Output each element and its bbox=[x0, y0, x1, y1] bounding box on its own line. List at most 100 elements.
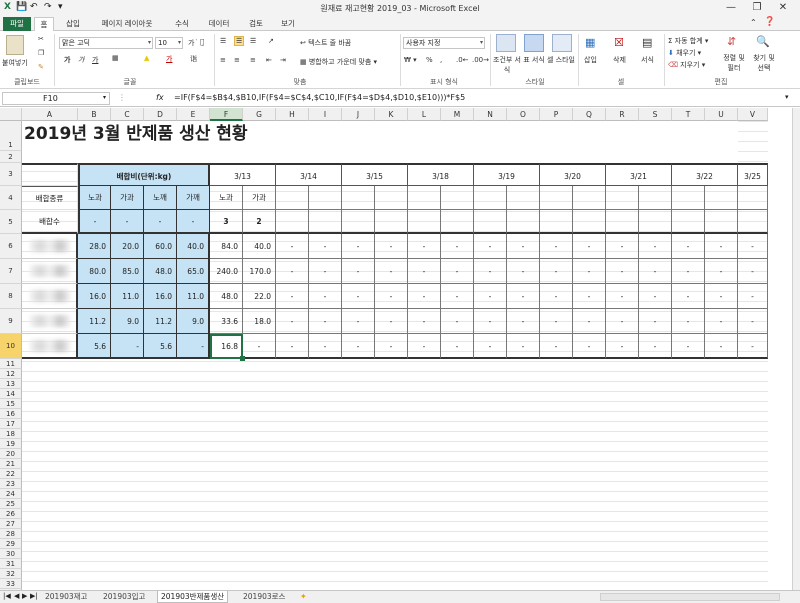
sort-filter-icon[interactable]: ⇵ bbox=[727, 35, 736, 48]
column-header-s[interactable]: S bbox=[639, 108, 672, 121]
insert-cells-icon[interactable]: ▦ bbox=[585, 36, 595, 49]
ratio-value[interactable]: 9.0 bbox=[177, 309, 210, 334]
date-header[interactable]: 3/15 bbox=[342, 163, 408, 186]
sheet-tab-receiving[interactable]: 201903입고 bbox=[100, 591, 148, 603]
empty-dash[interactable]: - bbox=[375, 334, 408, 359]
tab-formulas[interactable]: 수식 bbox=[168, 17, 196, 31]
cell-empty[interactable] bbox=[573, 186, 606, 210]
row-header[interactable]: 17 bbox=[0, 419, 22, 429]
format-cells-icon[interactable]: ▤ bbox=[642, 36, 652, 49]
empty-dash[interactable]: - bbox=[672, 309, 705, 334]
clear-button[interactable]: ⌫ 지우기 ▾ bbox=[668, 60, 705, 70]
produced-value[interactable]: 33.6 bbox=[210, 309, 243, 334]
ratio-value[interactable]: 28.0 bbox=[78, 234, 111, 259]
produced-value[interactable]: 240.0 bbox=[210, 259, 243, 284]
column-header-f[interactable]: F bbox=[210, 108, 243, 121]
empty-dash[interactable]: - bbox=[738, 309, 768, 334]
cell-empty[interactable] bbox=[672, 210, 705, 234]
column-header-h[interactable]: H bbox=[276, 108, 309, 121]
percent-icon[interactable]: % bbox=[426, 56, 433, 64]
fill-color-icon[interactable]: ▲ bbox=[144, 54, 149, 62]
empty-dash[interactable]: - bbox=[408, 259, 441, 284]
sheet-title[interactable]: 2019년 3월 반제품 생산 현황 bbox=[22, 121, 738, 163]
wrap-text-button[interactable]: ↩ 텍스트 줄 바꿈 bbox=[300, 38, 351, 48]
name-box-dropdown-icon[interactable]: ▾ bbox=[103, 94, 106, 101]
row5-label[interactable]: 배합수 bbox=[22, 210, 78, 234]
empty-dash[interactable]: - bbox=[474, 234, 507, 259]
produced-value[interactable]: 40.0 bbox=[243, 234, 276, 259]
cell-empty[interactable] bbox=[606, 210, 639, 234]
column-header-d[interactable]: D bbox=[144, 108, 177, 121]
cell-empty[interactable] bbox=[639, 186, 672, 210]
row-header[interactable]: 4 bbox=[0, 186, 22, 210]
underline-button[interactable]: 가 bbox=[92, 55, 98, 65]
cell-empty[interactable] bbox=[309, 210, 342, 234]
cell-empty[interactable] bbox=[441, 186, 474, 210]
increase-indent-icon[interactable]: ⇥ bbox=[280, 56, 286, 64]
cell-empty[interactable] bbox=[408, 186, 441, 210]
empty-dash[interactable]: - bbox=[705, 234, 738, 259]
tab-insert[interactable]: 삽입 bbox=[60, 17, 86, 31]
date-header[interactable]: 3/25 bbox=[738, 163, 768, 186]
ratio-value[interactable]: 11.2 bbox=[144, 309, 177, 334]
empty-dash[interactable]: - bbox=[507, 284, 540, 309]
paste-icon[interactable] bbox=[6, 35, 24, 55]
help-icon[interactable]: ❓ bbox=[764, 17, 775, 27]
paste-button[interactable]: 붙여넣기 bbox=[2, 58, 28, 68]
row-header[interactable]: 22 bbox=[0, 469, 22, 479]
empty-dash[interactable]: - bbox=[276, 234, 309, 259]
empty-dash[interactable]: - bbox=[408, 234, 441, 259]
column-header-j[interactable]: J bbox=[342, 108, 375, 121]
cell-empty[interactable] bbox=[738, 210, 768, 234]
empty-dash[interactable]: - bbox=[441, 334, 474, 359]
row-header[interactable]: 31 bbox=[0, 559, 22, 569]
decrease-indent-icon[interactable]: ⇤ bbox=[266, 56, 272, 64]
cell-empty[interactable] bbox=[573, 210, 606, 234]
row-header[interactable]: 14 bbox=[0, 389, 22, 399]
align-right-icon[interactable]: ≡ bbox=[250, 56, 256, 64]
delete-cells-button[interactable]: 삭제 bbox=[613, 55, 626, 65]
empty-dash[interactable]: - bbox=[639, 309, 672, 334]
close-icon[interactable]: ✕ bbox=[770, 1, 796, 15]
insert-function-icon[interactable]: fx bbox=[156, 93, 164, 102]
autosum-button[interactable]: Σ 자동 합계 ▾ bbox=[668, 36, 708, 46]
minimize-icon[interactable]: — bbox=[718, 1, 744, 15]
produced-value[interactable]: 22.0 bbox=[243, 284, 276, 309]
row-header[interactable]: 8 bbox=[0, 284, 22, 309]
cell-f5[interactable]: 3 bbox=[210, 210, 243, 234]
produced-value[interactable]: 48.0 bbox=[210, 284, 243, 309]
empty-dash[interactable]: - bbox=[639, 234, 672, 259]
empty-dash[interactable]: - bbox=[408, 309, 441, 334]
ratio-value[interactable]: - bbox=[111, 334, 144, 359]
empty-dash[interactable]: - bbox=[606, 234, 639, 259]
sheet-tab-production[interactable]: 201903반제품생산 bbox=[157, 591, 229, 603]
empty-dash[interactable]: - bbox=[606, 259, 639, 284]
date-header[interactable]: 3/21 bbox=[606, 163, 672, 186]
tab-data[interactable]: 데이터 bbox=[204, 17, 234, 31]
cell-empty[interactable] bbox=[474, 186, 507, 210]
row-header[interactable]: 33 bbox=[0, 579, 22, 589]
cell-empty[interactable] bbox=[540, 210, 573, 234]
ratio-value[interactable]: 5.6 bbox=[144, 334, 177, 359]
cell-style-icon[interactable] bbox=[552, 34, 572, 52]
cut-icon[interactable]: ✂ bbox=[38, 35, 44, 43]
column-header-e[interactable]: E bbox=[177, 108, 210, 121]
row-header[interactable]: 25 bbox=[0, 499, 22, 509]
expand-formula-icon[interactable]: ▾ bbox=[785, 93, 789, 101]
ratio-value[interactable]: 40.0 bbox=[177, 234, 210, 259]
first-sheet-icon[interactable]: |◀ bbox=[3, 592, 11, 600]
empty-dash[interactable]: - bbox=[375, 259, 408, 284]
cell-empty[interactable] bbox=[672, 186, 705, 210]
mix-count-dash[interactable]: - bbox=[78, 210, 111, 234]
cell-g5[interactable]: 2 bbox=[243, 210, 276, 234]
cell-empty[interactable] bbox=[507, 186, 540, 210]
row-header[interactable]: 23 bbox=[0, 479, 22, 489]
fill-button[interactable]: ⬇ 채우기 ▾ bbox=[668, 48, 701, 58]
empty-dash[interactable]: - bbox=[276, 309, 309, 334]
cell-a3[interactable] bbox=[22, 163, 78, 186]
empty-dash[interactable]: - bbox=[639, 284, 672, 309]
cell-empty[interactable] bbox=[375, 210, 408, 234]
ratio-value[interactable]: 80.0 bbox=[78, 259, 111, 284]
cell-empty[interactable] bbox=[441, 210, 474, 234]
column-header-o[interactable]: O bbox=[507, 108, 540, 121]
